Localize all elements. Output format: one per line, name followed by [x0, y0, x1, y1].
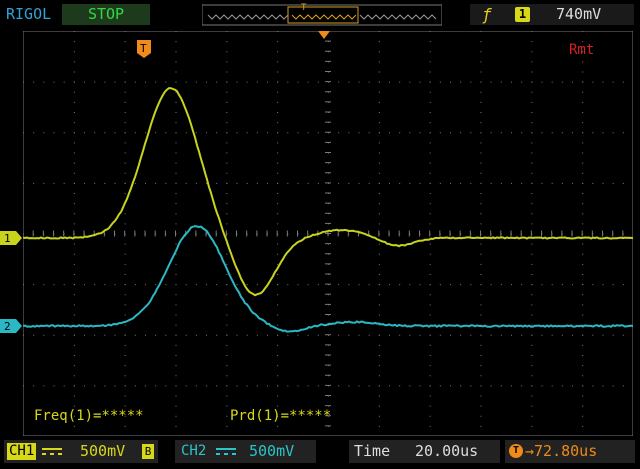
- ch1-volts-per-div: 500mV: [80, 443, 125, 460]
- trigger-level-value: 740mV: [556, 4, 601, 25]
- svg-text:1: 1: [4, 232, 11, 245]
- trigger-source-badge: 1: [515, 7, 530, 22]
- trigger-offset-settings[interactable]: T →72.80us: [505, 440, 635, 463]
- svg-text:T: T: [140, 42, 147, 55]
- ch1-label: CH1: [7, 443, 36, 460]
- ch2-settings[interactable]: CH2 500mV: [175, 440, 316, 463]
- ch1-ground-marker[interactable]: 1: [0, 231, 22, 245]
- remote-indicator: Rmt: [569, 42, 594, 58]
- period-measurement: Prd(1)=*****: [230, 408, 331, 424]
- trigger-offset-icon: T: [509, 444, 523, 458]
- brand-label: RIGOL: [6, 5, 51, 23]
- memory-depth-bar: T: [202, 3, 442, 27]
- frequency-measurement: Freq(1)=*****: [34, 408, 144, 424]
- ch2-volts-per-div: 500mV: [249, 443, 294, 460]
- memory-trigger-marker: T: [301, 3, 307, 13]
- bottom-status-bar: CH1 500mV B CH2 500mV Time 20.00us T →72…: [0, 437, 640, 469]
- waveform-graticule[interactable]: [23, 31, 633, 436]
- trigger-status-panel[interactable]: ƒ 1 740mV: [470, 4, 634, 25]
- trigger-time-marker[interactable]: [318, 31, 330, 40]
- top-status-bar: RIGOL STOP T ƒ 1 740mV: [0, 0, 640, 30]
- ch2-ground-marker[interactable]: 2: [0, 319, 22, 333]
- dc-coupling-icon: [215, 443, 237, 460]
- svg-text:2: 2: [4, 320, 11, 333]
- dc-coupling-icon: [41, 443, 63, 460]
- run-status-badge[interactable]: STOP: [62, 4, 150, 25]
- bandwidth-limit-badge: B: [142, 444, 154, 459]
- ch1-settings[interactable]: CH1 500mV B: [4, 440, 158, 463]
- memory-wave-icon: [208, 15, 288, 19]
- trigger-offset-value: →72.80us: [525, 443, 597, 460]
- timebase-label: Time: [354, 443, 390, 460]
- trigger-position-marker[interactable]: T: [137, 40, 151, 58]
- timebase-value: 20.00us: [415, 443, 478, 460]
- timebase-settings[interactable]: Time 20.00us: [349, 440, 500, 463]
- rising-edge-icon: ƒ: [482, 4, 492, 25]
- ch2-label: CH2: [181, 443, 206, 460]
